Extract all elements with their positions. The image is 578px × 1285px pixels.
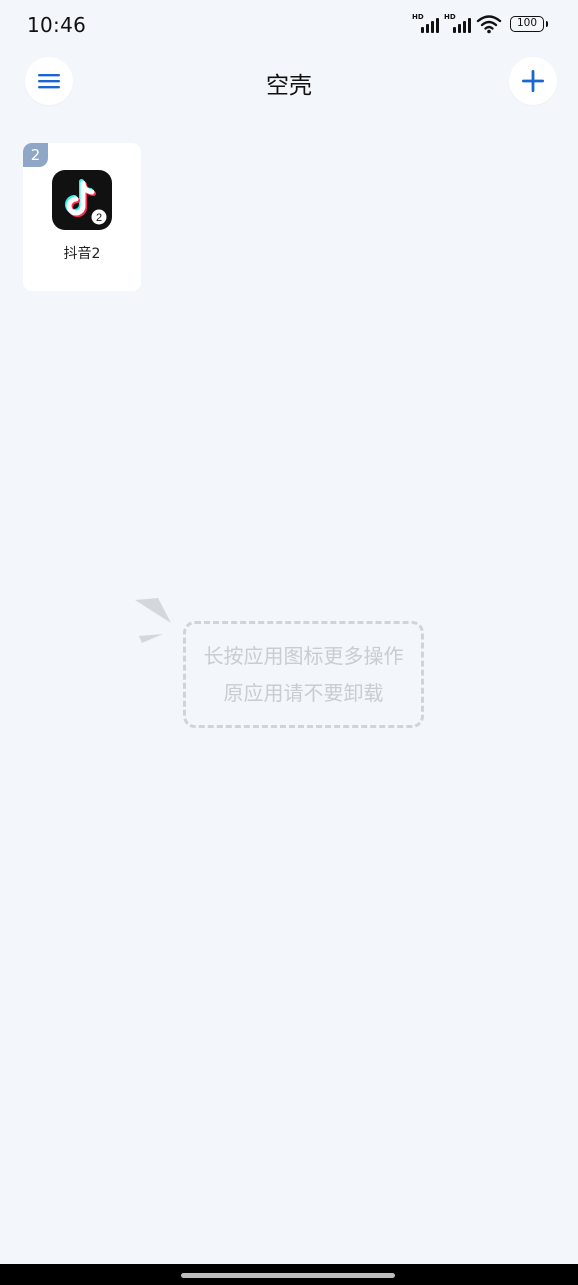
navigation-bar (0, 1264, 578, 1285)
tiktok-icon: 2 (52, 170, 112, 230)
add-app-button[interactable] (509, 57, 557, 105)
app-tile[interactable]: 2 2 抖音2 (23, 143, 141, 291)
signal-icon: HD (444, 13, 472, 34)
home-indicator[interactable] (181, 1273, 395, 1278)
wifi-icon (476, 15, 502, 34)
battery-icon: 100 (510, 16, 548, 32)
signal-icon: HD (412, 13, 440, 34)
hint-box: 长按应用图标更多操作 原应用请不要卸载 (183, 621, 424, 728)
app-label: 抖音2 (63, 246, 101, 262)
sim1-label: HD (412, 13, 424, 21)
status-icons: HD HD 100 (412, 13, 548, 34)
status-time: 10:46 (27, 13, 87, 37)
plus-icon (522, 70, 544, 92)
hint-line-2: 原应用请不要卸载 (223, 680, 384, 705)
hint-pointer-icon (135, 598, 171, 643)
app-screen: 10:46 HD HD 100 空壳 2 2 抖音2 长按应用图标更多操作 原应… (0, 0, 578, 1285)
sim2-label: HD (444, 13, 456, 21)
battery-level: 100 (516, 17, 538, 29)
status-bar: 10:46 HD HD 100 (0, 0, 578, 52)
hint-line-1: 长按应用图标更多操作 (203, 643, 404, 668)
page-title: 空壳 (266, 73, 312, 99)
clone-number-badge: 2 (23, 143, 48, 167)
icon-clone-badge: 2 (96, 212, 102, 224)
